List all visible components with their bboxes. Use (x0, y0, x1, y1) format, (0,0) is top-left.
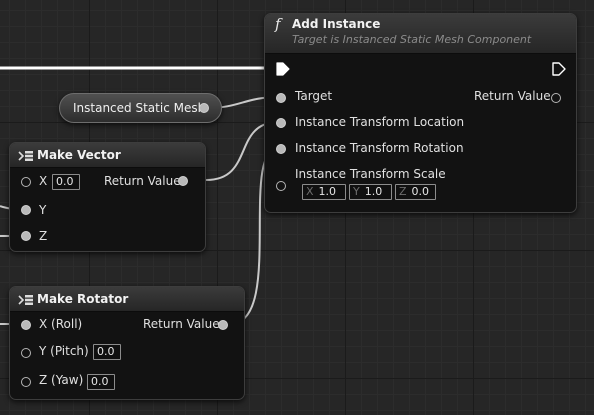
node-title: Make Rotator (37, 292, 129, 306)
location-label: Instance Transform Location (295, 115, 465, 129)
roll-pin[interactable] (21, 320, 31, 330)
target-pin[interactable] (276, 93, 286, 103)
scale-x-field[interactable]: X 1.0 (302, 184, 346, 200)
pitch-value-field[interactable]: 0.0 (93, 344, 121, 360)
node-title: Add Instance (292, 17, 381, 31)
make-vector-node[interactable]: Make Vector X 0.0 Return Value Y Z (9, 142, 206, 252)
add-instance-node[interactable]: f Add Instance Target is Instanced Stati… (264, 13, 577, 213)
node-subtitle: Target is Instanced Static Mesh Componen… (292, 33, 532, 46)
scale-y-field[interactable]: Y 1.0 (349, 184, 392, 200)
rotation-pin[interactable] (276, 144, 286, 154)
variable-label: Instanced Static Mesh (73, 101, 206, 115)
yaw-pin[interactable] (21, 377, 31, 387)
return-value-label: Return Value (474, 89, 551, 103)
z-label: Z (39, 229, 48, 243)
yaw-label: Z (Yaw) (39, 373, 84, 387)
make-struct-icon (18, 151, 33, 161)
scale-label: Instance Transform Scale (295, 167, 446, 181)
y-label: Y (39, 203, 47, 217)
node-header[interactable]: Make Rotator (10, 287, 244, 312)
pitch-pin[interactable] (21, 348, 31, 358)
function-icon: f (275, 15, 281, 33)
rotation-label: Instance Transform Rotation (295, 141, 464, 155)
return-value-label: Return Value (143, 317, 220, 331)
make-struct-icon (18, 295, 33, 305)
exec-input-pin[interactable] (276, 62, 290, 76)
y-pin[interactable] (21, 205, 31, 215)
node-title: Make Vector (37, 148, 121, 162)
variable-output-pin[interactable] (199, 103, 209, 113)
return-value-pin[interactable] (218, 320, 228, 330)
x-value-field[interactable]: 0.0 (52, 174, 80, 190)
roll-label: X (Roll) (39, 317, 83, 331)
node-header[interactable]: Make Vector (10, 143, 205, 168)
yaw-value-field[interactable]: 0.0 (87, 374, 115, 390)
instanced-static-mesh-node[interactable]: Instanced Static Mesh (59, 93, 222, 123)
pitch-label: Y (Pitch) (39, 344, 89, 358)
node-header[interactable]: f Add Instance Target is Instanced Stati… (265, 14, 576, 54)
return-value-pin[interactable] (178, 176, 188, 186)
return-value-label: Return Value (104, 174, 181, 188)
z-pin[interactable] (21, 231, 31, 241)
make-rotator-node[interactable]: Make Rotator X (Roll) Return Value Y (Pi… (9, 286, 245, 400)
x-label: X (39, 174, 48, 188)
scale-z-field[interactable]: Z 0.0 (395, 184, 436, 200)
target-label: Target (295, 89, 333, 103)
location-pin[interactable] (276, 118, 286, 128)
return-value-pin[interactable] (551, 93, 561, 103)
x-pin[interactable] (21, 177, 31, 187)
exec-output-pin[interactable] (552, 62, 566, 76)
scale-pin[interactable] (276, 181, 286, 191)
